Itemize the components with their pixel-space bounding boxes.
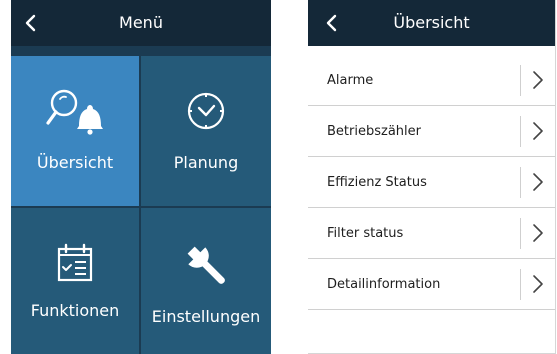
list-item-label: Alarme [327, 73, 374, 88]
list-item-filter-status[interactable]: Filter status [308, 208, 555, 259]
item-divider [520, 167, 521, 198]
list-item-label: Effizienz Status [327, 175, 427, 190]
list-item-efficiency-status[interactable]: Effizienz Status [308, 157, 555, 208]
menu-title: Menü [119, 13, 163, 32]
tile-functions[interactable]: Funktionen [11, 208, 139, 354]
overview-header: Übersicht [308, 0, 555, 46]
clock-icon [141, 86, 271, 136]
item-divider [520, 116, 521, 147]
wrench-icon [141, 240, 271, 290]
chevron-right-icon [533, 275, 543, 293]
tile-planning-label: Planung [173, 153, 239, 172]
item-divider [520, 269, 521, 300]
tile-overview-label: Übersicht [36, 153, 114, 172]
item-divider [520, 65, 521, 96]
tile-overview[interactable]: Übersicht [11, 56, 139, 206]
chevron-right-icon [533, 173, 543, 191]
tile-settings-label: Einstellungen [151, 307, 261, 326]
search-bell-icon [11, 86, 139, 136]
menu-screen: Menü Übersicht Planung Funktionen Einste… [11, 0, 271, 354]
list-item-operating-counter[interactable]: Betriebszähler [308, 106, 555, 157]
list-item-label: Betriebszähler [327, 124, 421, 139]
chevron-right-icon [533, 122, 543, 140]
tile-planning[interactable]: Planung [141, 56, 271, 206]
list-item-label: Detailinformation [327, 277, 441, 292]
tile-settings[interactable]: Einstellungen [141, 208, 271, 354]
list-item-label: Filter status [327, 226, 404, 241]
overview-screen: Übersicht Alarme Betriebszähler Effizien… [308, 0, 556, 354]
list-item-detail-information[interactable]: Detailinformation [308, 259, 555, 310]
list-item-alarms[interactable]: Alarme [308, 55, 555, 106]
chevron-right-icon [533, 224, 543, 242]
menu-header: Menü [11, 0, 271, 46]
item-divider [520, 218, 521, 249]
calendar-list-icon [11, 240, 139, 290]
overview-title: Übersicht [393, 13, 470, 32]
chevron-right-icon [533, 71, 543, 89]
tile-functions-label: Funktionen [30, 301, 120, 320]
